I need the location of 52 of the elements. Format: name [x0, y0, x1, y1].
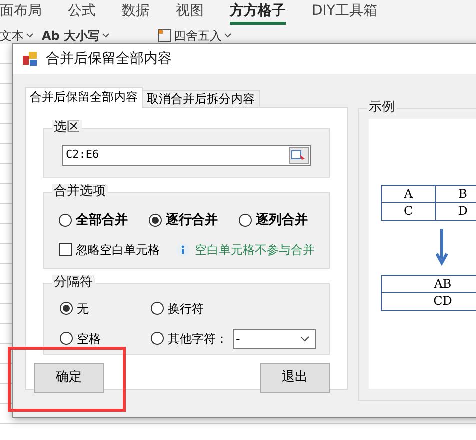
ribbon-tab[interactable]: 数据: [122, 0, 150, 25]
group-label: 选区: [52, 120, 82, 136]
tab[interactable]: 合并后保留全部内容: [25, 87, 143, 108]
example-cell: D: [436, 203, 476, 221]
dialog-button[interactable]: 退出: [260, 363, 330, 393]
window-title: 合并后保留全部内容: [46, 50, 172, 68]
caret-icon: [26, 33, 34, 39]
radio-label[interactable]: 换行符: [168, 300, 204, 318]
radio-button[interactable]: [59, 214, 72, 228]
ribbon-tab[interactable]: 面布局: [0, 0, 42, 25]
character-dropdown[interactable]: -: [233, 328, 316, 348]
down-arrow-icon: [436, 229, 448, 267]
group-label: 合并选项: [52, 184, 108, 200]
ribbon-tab[interactable]: 公式: [68, 0, 96, 25]
caret-icon: [102, 33, 110, 39]
radio-label[interactable]: 无: [77, 300, 89, 318]
info-icon: [176, 242, 190, 256]
dialog-button[interactable]: 确定: [34, 363, 104, 393]
radio-label[interactable]: 逐列合并: [256, 211, 308, 230]
ribbon-tab[interactable]: DIY工具箱: [312, 0, 378, 25]
checkbox-label[interactable]: 忽略空白单元格: [76, 240, 160, 258]
ribbon-tab[interactable]: 方方格子: [230, 0, 286, 25]
hint-text: 空白单元格不参与合并: [195, 242, 315, 258]
radio-label[interactable]: 全部合并: [76, 211, 128, 230]
example-cell: CD: [381, 293, 476, 311]
group-label: 分隔符: [52, 275, 95, 291]
tab[interactable]: 取消合并后拆分内容: [143, 90, 260, 108]
radio-button[interactable]: [149, 214, 162, 228]
range-picker-icon[interactable]: [289, 146, 309, 164]
range-field[interactable]: C2:E6: [62, 144, 311, 166]
radio-button[interactable]: [239, 214, 252, 228]
radio-label[interactable]: 逐行合并: [166, 211, 218, 230]
example-cell: A: [381, 185, 436, 203]
chevron-icon: [300, 336, 310, 342]
toolbar-button[interactable]: Ab 大小写: [42, 28, 100, 44]
radio-button[interactable]: [151, 302, 164, 315]
group-label: 示例: [367, 100, 397, 116]
app-icon: [22, 51, 38, 67]
example-cell: AB: [381, 275, 476, 293]
radio-button[interactable]: [60, 302, 73, 315]
toolbar-button[interactable]: 四舍五入: [174, 28, 222, 44]
example-cell: B: [436, 185, 476, 203]
grid-icon: [158, 29, 172, 43]
radio-button[interactable]: [151, 332, 164, 345]
ribbon-tab[interactable]: 视图: [176, 0, 204, 25]
toolbar-button[interactable]: 文本: [0, 28, 24, 44]
radio-label[interactable]: 空格: [77, 330, 101, 348]
radio-button[interactable]: [60, 332, 73, 345]
caret-icon: [224, 33, 232, 39]
example-cell: C: [381, 203, 436, 221]
radio-label[interactable]: 其他字符：: [168, 330, 228, 348]
checkbox[interactable]: [59, 243, 72, 256]
